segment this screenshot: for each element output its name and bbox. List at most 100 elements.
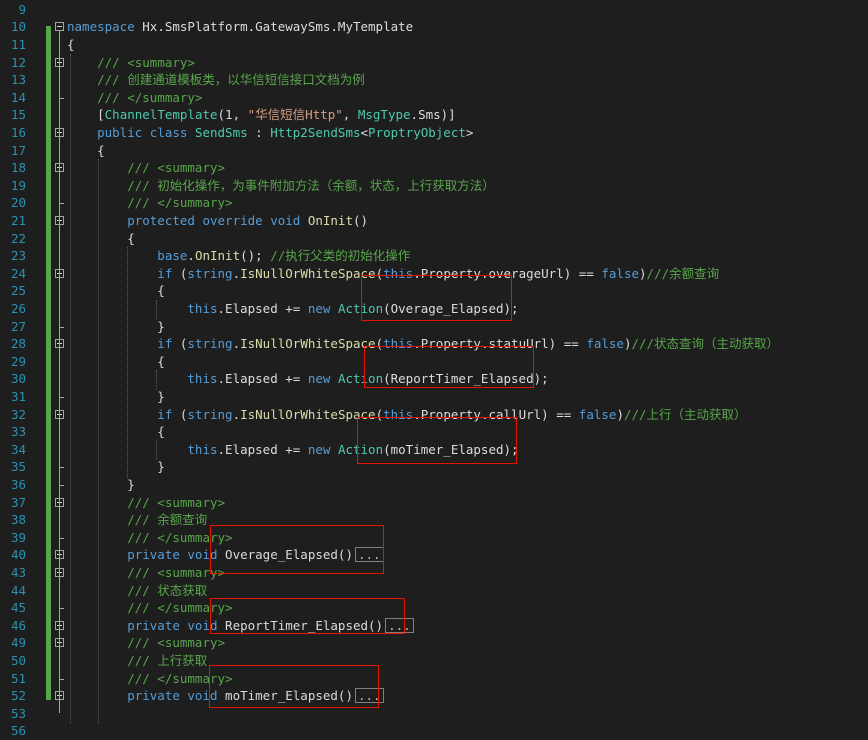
code-token: /// <summary>: [67, 565, 226, 580]
line-number: 14: [10, 89, 26, 105]
line-number: 56: [10, 723, 26, 739]
code-token: {: [67, 230, 135, 246]
code-token: .: [232, 406, 241, 422]
code-line[interactable]: /// <summary>: [67, 159, 225, 177]
line-number: 40: [10, 547, 26, 563]
code-token: IsNullOrWhiteSpace: [240, 406, 376, 422]
code-token: string: [187, 336, 233, 352]
code-token: private void: [67, 547, 226, 563]
code-token: /// </summary>: [67, 529, 233, 545]
code-token: private void: [67, 688, 226, 704]
code-token: SendSms: [194, 125, 248, 140]
code-token: }: [67, 459, 165, 475]
outline-end-tick: [59, 203, 64, 205]
code-token: /// <summary>: [67, 635, 226, 651]
code-line[interactable]: {: [67, 423, 165, 441]
code-line[interactable]: /// <summary>: [67, 634, 225, 652]
code-token: ///状态查询（主动获取）: [631, 336, 780, 352]
code-token: {: [67, 353, 165, 369]
line-number: 19: [10, 177, 26, 193]
code-token: ): [639, 265, 647, 281]
red-highlight-box: [209, 665, 379, 708]
code-line[interactable]: /// <summary>: [67, 54, 195, 72]
code-token: if: [67, 406, 180, 422]
outline-end-tick: [59, 326, 64, 328]
code-line[interactable]: {: [67, 353, 165, 371]
code-line[interactable]: {: [67, 282, 165, 300]
red-highlight-box: [210, 598, 405, 634]
line-number: 18: [10, 160, 26, 176]
code-line[interactable]: /// </summary>: [67, 599, 232, 617]
code-token: false: [601, 265, 640, 281]
code-line[interactable]: {: [67, 230, 135, 248]
outline-end-tick: [59, 537, 64, 539]
code-line[interactable]: }: [67, 476, 135, 494]
code-line[interactable]: protected override void OnInit(): [67, 212, 368, 230]
code-line[interactable]: namespace Hx.SmsPlatform.GatewaySms.MyTe…: [67, 18, 413, 36]
code-token: ();: [240, 248, 271, 264]
red-highlight-box: [210, 525, 384, 574]
code-token: (1,: [217, 107, 248, 123]
code-line[interactable]: /// </summary>: [67, 670, 232, 688]
code-line[interactable]: /// 余额查询: [67, 511, 207, 529]
code-token: false: [578, 406, 617, 422]
red-highlight-box: [364, 346, 534, 388]
outline-end-tick: [59, 485, 64, 486]
line-number: 31: [10, 389, 26, 404]
saved-change-marker: [46, 26, 51, 700]
code-line[interactable]: base.OnInit(); //执行父类的初始化操作: [67, 247, 410, 265]
code-line[interactable]: /// 初始化操作，为事件附加方法（余额，状态，上行获取方法）: [67, 177, 495, 195]
code-line[interactable]: /// </summary>: [67, 194, 232, 212]
code-token: namespace: [67, 19, 143, 35]
line-number: 10: [10, 19, 26, 35]
code-line[interactable]: /// </summary>: [67, 89, 202, 107]
line-number: 44: [10, 582, 26, 598]
code-token: if: [67, 265, 180, 281]
code-token: /// 状态获取: [67, 582, 208, 598]
code-line[interactable]: }: [67, 318, 165, 336]
code-line[interactable]: /// 创建通道模板类，以华信短信接口文档为例: [67, 71, 365, 89]
code-token: new: [307, 441, 338, 457]
line-number: 33: [10, 424, 26, 440]
line-number: 32: [10, 406, 26, 422]
code-line[interactable]: /// </summary>: [67, 529, 233, 547]
outline-end-tick: [59, 467, 64, 469]
code-token: }: [67, 318, 165, 334]
code-line[interactable]: [ChannelTemplate(1, "华信短信Http", MsgType.…: [67, 106, 456, 124]
code-token: .Elapsed +=: [217, 371, 308, 387]
change-tracking-bar: [46, 0, 51, 713]
code-token: Http2SendSms: [270, 125, 361, 140]
code-token: "华信短信Http": [247, 107, 343, 123]
line-number: 12: [10, 54, 26, 70]
code-token: OnInit: [307, 213, 353, 228]
code-line[interactable]: }: [67, 458, 165, 476]
code-token: /// <summary>: [67, 494, 226, 510]
code-line[interactable]: /// <summary>: [67, 564, 225, 582]
code-line[interactable]: /// 状态获取: [67, 582, 207, 600]
code-token: new: [307, 301, 338, 316]
code-line[interactable]: /// 上行获取: [67, 652, 207, 670]
code-token: ///余额查询: [646, 265, 720, 281]
code-token: <summary>: [127, 54, 195, 70]
code-token: ChannelTemplate: [104, 107, 218, 123]
code-token: }: [67, 389, 165, 404]
code-token: ,: [342, 107, 358, 123]
line-number: 39: [10, 529, 26, 545]
line-number: 46: [10, 617, 26, 633]
collapse-region-toggle[interactable]: [55, 22, 64, 32]
line-number: 25: [10, 283, 26, 299]
code-line[interactable]: {: [67, 36, 75, 54]
line-number: 24: [10, 265, 26, 281]
code-token: if: [67, 336, 180, 352]
code-line[interactable]: }: [67, 388, 165, 406]
code-token: /// <summary>: [67, 160, 226, 176]
code-token: .Elapsed +=: [217, 301, 308, 316]
line-number: 27: [10, 318, 26, 334]
code-token: .: [187, 248, 195, 264]
code-token: this: [67, 301, 218, 316]
code-line[interactable]: public class SendSms : Http2SendSms<Prop…: [67, 124, 473, 142]
code-token: {: [67, 142, 105, 158]
line-number: 51: [10, 670, 26, 686]
code-line[interactable]: /// <summary>: [67, 494, 225, 512]
code-line[interactable]: {: [67, 142, 105, 160]
